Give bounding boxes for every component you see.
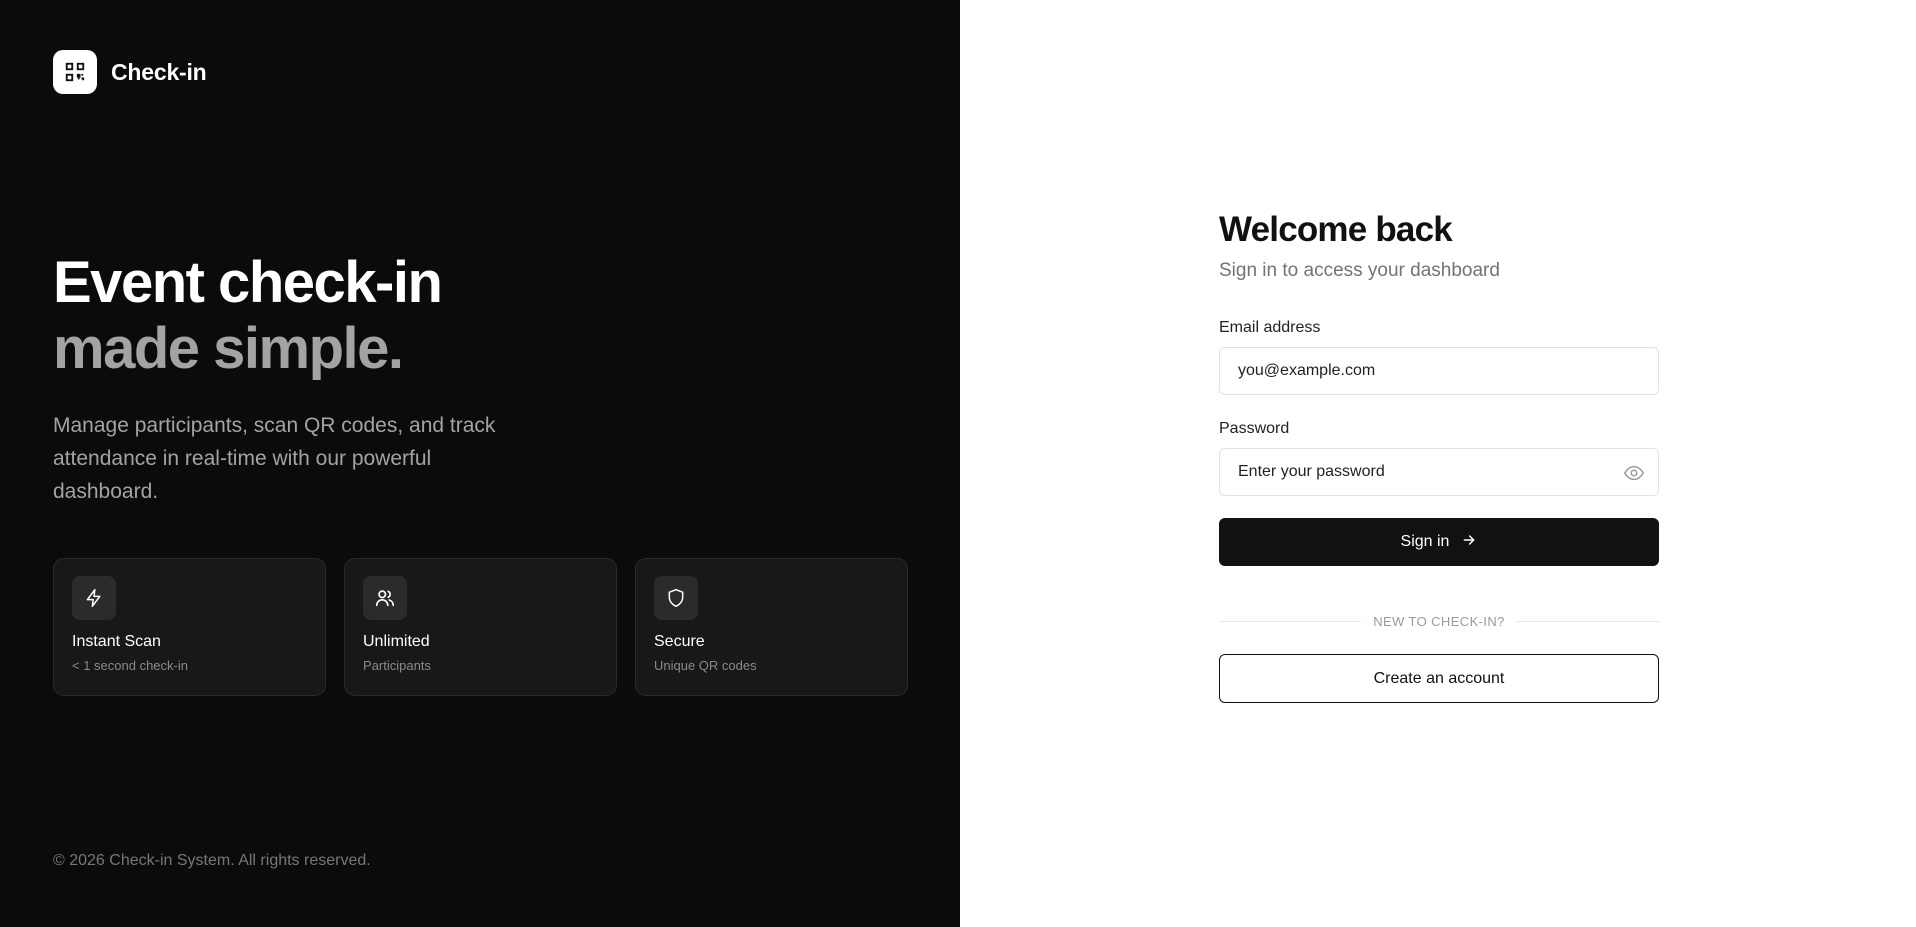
feature-card-unlimited: Unlimited Participants	[344, 558, 617, 696]
hero-line-1: Event check-in	[53, 250, 443, 315]
hero-panel: Check-in Event check-in made simple. Man…	[0, 0, 960, 927]
brand-name: Check-in	[111, 58, 207, 85]
password-label: Password	[1219, 420, 1290, 437]
feature-subtitle: Unique QR codes	[654, 658, 757, 673]
password-placeholder: Enter your password	[1238, 463, 1385, 480]
login-panel: Welcome back Sign in to access your dash…	[960, 0, 1916, 927]
divider-line	[1516, 621, 1660, 622]
email-field[interactable]: you@example.com	[1219, 347, 1659, 395]
login-title: Welcome back	[1219, 210, 1453, 249]
lightning-icon	[72, 576, 116, 620]
sign-in-button[interactable]: Sign in	[1219, 518, 1659, 566]
hero-heading: Event check-in made simple.	[53, 250, 443, 382]
email-placeholder: you@example.com	[1238, 362, 1376, 379]
feature-title: Secure	[654, 633, 705, 650]
feature-subtitle: Participants	[363, 658, 431, 673]
users-icon	[363, 576, 407, 620]
password-field[interactable]: Enter your password	[1219, 448, 1659, 496]
eye-icon[interactable]	[1623, 462, 1645, 489]
create-account-button[interactable]: Create an account	[1219, 654, 1659, 703]
qr-code-icon	[53, 50, 97, 94]
feature-card-instant-scan: Instant Scan < 1 second check-in	[53, 558, 326, 696]
feature-card-secure: Secure Unique QR codes	[635, 558, 908, 696]
divider-line	[1219, 621, 1362, 622]
feature-subtitle: < 1 second check-in	[72, 658, 188, 673]
hero-description: Manage participants, scan QR codes, and …	[53, 414, 496, 503]
divider: NEW TO CHECK-IN?	[1219, 614, 1660, 629]
feature-title: Unlimited	[363, 633, 430, 650]
login-subtitle: Sign in to access your dashboard	[1219, 260, 1500, 281]
arrow-right-icon	[1461, 532, 1477, 553]
feature-title: Instant Scan	[72, 633, 161, 650]
brand[interactable]: Check-in	[53, 50, 207, 94]
copyright: © 2026 Check-in System. All rights reser…	[53, 852, 371, 869]
email-label: Email address	[1219, 319, 1321, 336]
login-form: Welcome back Sign in to access your dash…	[1219, 208, 1660, 703]
feature-list: Instant Scan < 1 second check-in Unlimit…	[53, 558, 908, 696]
shield-icon	[654, 576, 698, 620]
divider-text: NEW TO CHECK-IN?	[1373, 614, 1505, 629]
sign-in-label: Sign in	[1400, 533, 1450, 550]
hero-line-2: made simple.	[53, 316, 404, 381]
